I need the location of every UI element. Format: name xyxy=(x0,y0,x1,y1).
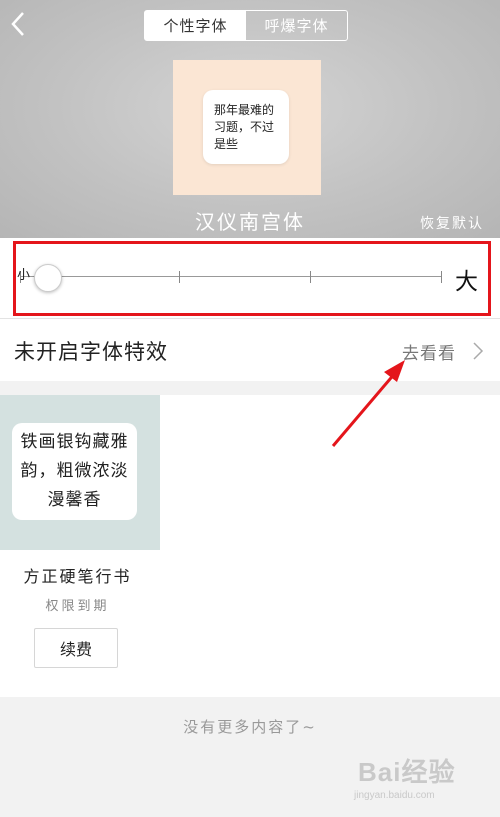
chevron-right-icon xyxy=(473,342,484,360)
font-type-tabs: 个性字体 呼爆字体 xyxy=(144,10,348,41)
no-more-content-text: 没有更多内容了~ xyxy=(183,718,317,736)
font-sample-text: 铁画银钩藏雅韵，粗微浓淡漫馨香 xyxy=(20,432,129,510)
font-effect-row[interactable]: 未开启字体特效 去看看 xyxy=(0,318,500,381)
font-card-preview[interactable]: 铁画银钩藏雅韵，粗微浓淡漫馨香 xyxy=(0,395,160,550)
restore-default-button[interactable]: 恢复默认 xyxy=(420,213,484,233)
effect-status-label: 未开启字体特效 xyxy=(14,340,168,364)
font-preview-card: 那年最难的习题，不过是些 xyxy=(173,60,321,195)
renew-button[interactable]: 续费 xyxy=(34,628,118,668)
tab-hot-fonts[interactable]: 呼爆字体 xyxy=(246,11,347,40)
font-list: 铁画银钩藏雅韵，粗微浓淡漫馨香 方正硬笔行书 权限到期 续费 xyxy=(0,395,500,697)
highlight-box xyxy=(13,241,491,316)
watermark-url: jingyan.baidu.com xyxy=(354,790,435,801)
watermark-logo: Bai经验 xyxy=(358,757,456,787)
sample-chat-bubble: 铁画银钩藏雅韵，粗微浓淡漫馨香 xyxy=(12,423,137,520)
go-see-link[interactable]: 去看看 xyxy=(402,339,456,364)
preview-text: 那年最难的习题，不过是些 xyxy=(214,102,275,151)
font-preview-header: 个性字体 呼爆字体 那年最难的习题，不过是些 汉仪南宫体 恢复默认 xyxy=(0,0,500,238)
tab-personal-fonts[interactable]: 个性字体 xyxy=(145,11,246,40)
back-arrow-icon[interactable] xyxy=(8,10,28,38)
font-card-status: 权限到期 xyxy=(45,599,110,614)
font-card-title: 方正硬笔行书 xyxy=(23,567,132,586)
preview-chat-bubble: 那年最难的习题，不过是些 xyxy=(203,90,289,164)
